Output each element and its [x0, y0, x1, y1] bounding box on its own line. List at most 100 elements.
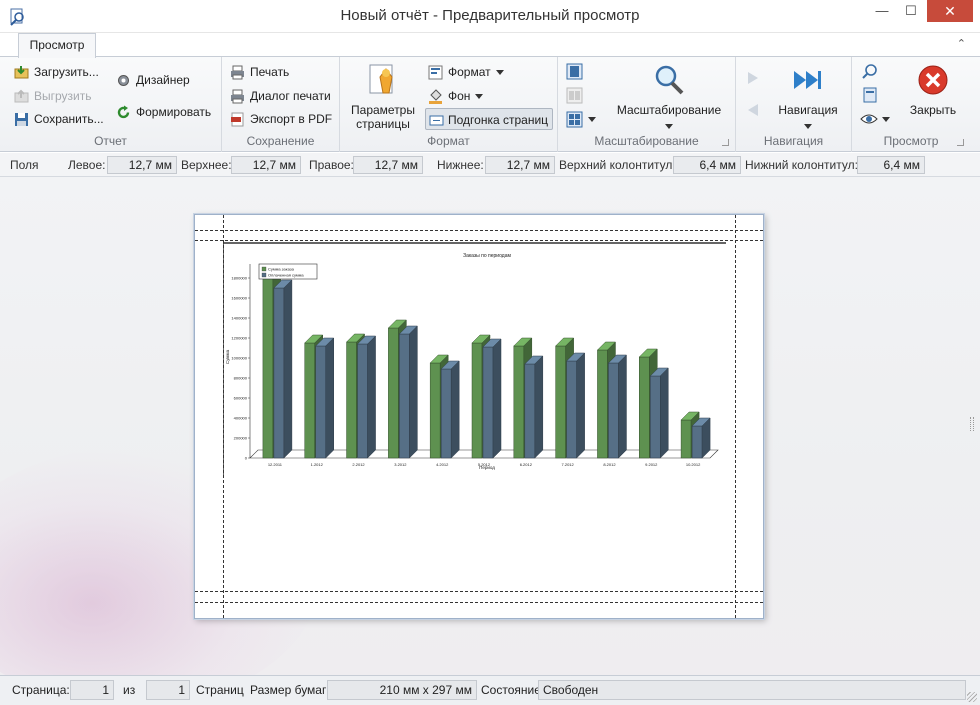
header-margin-guide	[195, 230, 763, 231]
bar-side	[660, 367, 669, 459]
y-tick-label: 400000	[234, 416, 248, 421]
y-tick-label: 200000	[234, 436, 248, 441]
unload-label: Выгрузить	[34, 89, 92, 103]
eye-icon[interactable]	[860, 113, 878, 125]
print-dialog-button[interactable]: Диалог печати	[230, 85, 331, 107]
background-dropdown[interactable]: Фон	[428, 85, 484, 107]
bar-front	[399, 333, 410, 459]
footer-margin-guide	[195, 602, 763, 603]
preview-area[interactable]: Заказы по периодам Период Сумма 0 200000 4…	[0, 177, 980, 675]
unload-button[interactable]: Выгрузить	[14, 85, 92, 107]
fast-forward-icon	[794, 71, 821, 89]
bar-front	[440, 368, 452, 459]
margin-top-label: Верхнее:	[181, 158, 232, 172]
two-pages-icon[interactable]	[566, 87, 583, 104]
x-tick-label: 4.2012	[436, 462, 449, 467]
chart-plot-area: 0 200000 400000 600000 800000 1000000 1200000 1…	[231, 264, 719, 467]
top-margin-guide	[195, 240, 763, 241]
close-window-button[interactable]: ✕	[927, 0, 973, 22]
margin-right-label: Правое:	[309, 158, 354, 172]
footer-margin-input[interactable]: 6,4 мм	[857, 156, 925, 174]
group-label-scaling: Масштабирование	[594, 134, 699, 148]
eye-caret-icon[interactable]	[882, 117, 890, 122]
paint-bucket-icon	[429, 89, 442, 104]
scaling-caret-icon	[665, 124, 673, 130]
page-view-icon[interactable]	[862, 87, 878, 103]
refresh-icon	[117, 105, 130, 119]
navigation-button[interactable]: Навигация	[770, 63, 846, 131]
scaling-button[interactable]: Масштабирование	[608, 63, 730, 131]
group-label-format: Формат	[427, 134, 470, 148]
bar-side	[534, 355, 544, 459]
y-tick-label: 600000	[234, 396, 248, 401]
next-page-icon[interactable]	[746, 71, 760, 85]
bar-front	[357, 343, 368, 459]
scaling-launcher-icon[interactable]	[722, 139, 729, 146]
group-label-report: Отчет	[94, 134, 127, 148]
scroll-grip-icon[interactable]	[970, 417, 974, 431]
margin-right-input[interactable]: 12,7 мм	[353, 156, 423, 174]
load-button[interactable]: Загрузить...	[14, 61, 99, 83]
right-margin-guide	[735, 215, 736, 618]
total-pages-field: 1	[146, 680, 190, 700]
y-tick-label: 1200000	[231, 336, 247, 341]
zoom-tool-icon[interactable]	[862, 63, 878, 79]
bar-front	[597, 349, 608, 459]
magnifier-icon	[655, 65, 684, 95]
margin-top-input[interactable]: 12,7 мм	[231, 156, 301, 174]
title-bar: Новый отчёт - Предварительный просмотр —…	[0, 0, 980, 33]
header-margin-input[interactable]: 6,4 мм	[673, 156, 741, 174]
navigation-label: Навигация	[778, 103, 838, 117]
bar-front	[304, 342, 315, 459]
close-button[interactable]: Закрыть	[902, 63, 964, 117]
save-button[interactable]: Сохранить...	[14, 108, 104, 130]
x-tick-label: 5.2012	[478, 462, 491, 467]
margin-bottom-input[interactable]: 12,7 мм	[485, 156, 555, 174]
x-tick-label: 3.2012	[394, 462, 407, 467]
minimize-button[interactable]: —	[868, 0, 896, 22]
current-page-input[interactable]: 1	[70, 680, 114, 700]
bar-front	[388, 327, 399, 459]
pdf-icon	[231, 112, 244, 127]
generate-button[interactable]: Формировать	[116, 101, 211, 123]
x-tick-label: 10.2012	[686, 462, 701, 467]
state-field: Свободен	[538, 680, 966, 700]
bar-front	[513, 345, 525, 459]
resize-grip-icon[interactable]	[967, 692, 977, 702]
margins-bar: Поля Левое: 12,7 мм Верхнее: 12,7 мм Пра…	[0, 153, 980, 177]
page-label: Страница:	[12, 683, 70, 697]
multi-pages-caret-icon[interactable]	[588, 117, 596, 122]
page-params-button[interactable]: Параметры страницы	[346, 63, 420, 131]
maximize-button[interactable]: ☐	[897, 0, 925, 22]
bar-side	[450, 360, 460, 459]
group-label-view: Просмотр	[883, 134, 939, 148]
fit-pages-button[interactable]: Подгонка страниц	[425, 108, 554, 130]
group-format: Параметры страницы Формат Фон Подгонка с…	[340, 57, 558, 152]
report-page[interactable]: Заказы по периодам Период Сумма 0 200000 4…	[194, 214, 764, 619]
group-scaling: Масштабирование Масштабирование	[558, 57, 736, 152]
print-button[interactable]: Печать	[230, 61, 289, 83]
group-report: Загрузить... Выгрузить Сохранить... Диза…	[0, 57, 222, 152]
margin-left-input[interactable]: 12,7 мм	[107, 156, 177, 174]
bar-side	[618, 354, 627, 459]
prev-page-icon[interactable]	[746, 103, 760, 117]
chart-title: Заказы по периодам	[463, 253, 511, 259]
bar-front	[429, 362, 441, 459]
export-pdf-label: Экспорт в PDF	[250, 112, 333, 126]
designer-button[interactable]: Дизайнер	[116, 69, 190, 91]
single-page-icon[interactable]	[566, 63, 583, 80]
export-pdf-button[interactable]: Экспорт в PDF	[230, 108, 332, 130]
multi-pages-icon[interactable]	[566, 111, 583, 128]
save-icon	[15, 113, 28, 126]
view-launcher-icon[interactable]	[957, 139, 964, 146]
format-label: Формат	[448, 65, 491, 79]
y-tick-label: 1000000	[231, 356, 247, 361]
legend-swatch	[261, 272, 267, 278]
group-saving: Печать Диалог печати Экспорт в PDF Сохра…	[222, 57, 340, 152]
tab-preview[interactable]: Просмотр	[18, 33, 96, 58]
format-dropdown[interactable]: Формат	[428, 61, 504, 83]
bottom-margin-guide	[195, 591, 763, 592]
save-label: Сохранить...	[34, 112, 104, 126]
load-label: Загрузить...	[34, 65, 99, 79]
collapse-ribbon-icon[interactable]: ⌃	[957, 37, 966, 50]
